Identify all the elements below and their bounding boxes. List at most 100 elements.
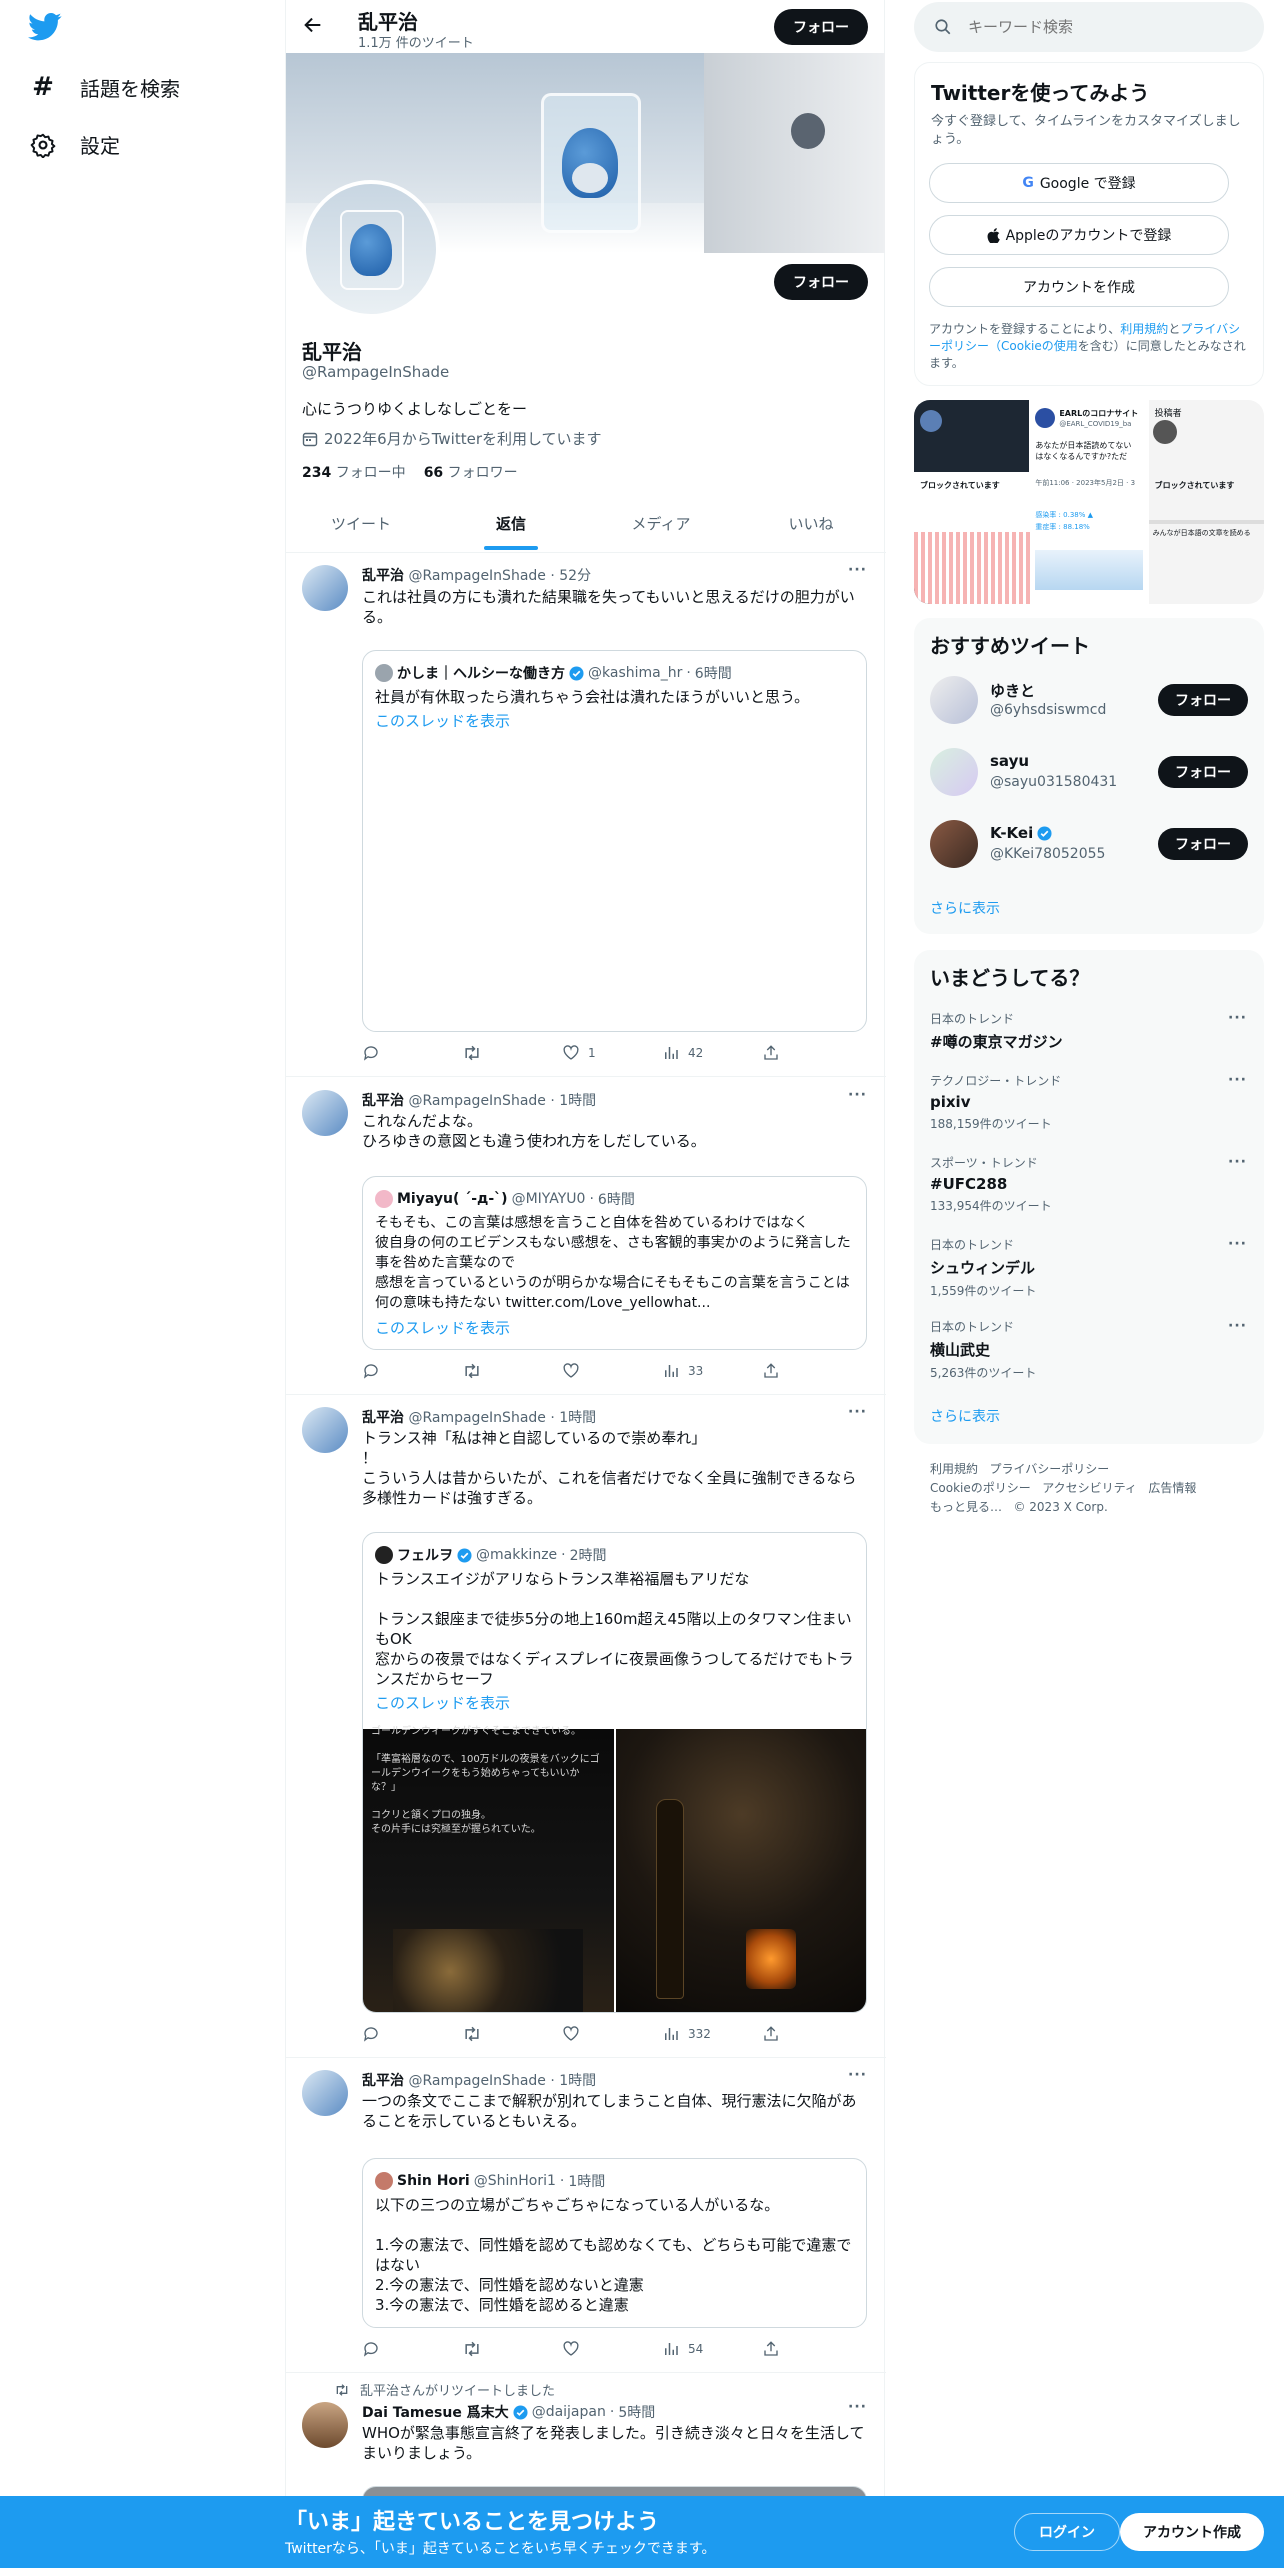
reply-button[interactable] xyxy=(362,1044,462,1062)
media-thumb-2[interactable]: EARLのコロナサイト @EARL_COVID19_ba あなたが日本語読めてな… xyxy=(1031,400,1147,604)
followers-link[interactable]: 66 フォロワー xyxy=(424,462,518,482)
retweet-button[interactable] xyxy=(462,1044,562,1062)
share-button[interactable] xyxy=(762,2340,862,2358)
recommend-user-handle[interactable]: @sayu031580431 xyxy=(990,774,1117,790)
footer-privacy-link[interactable]: プライバシーポリシー xyxy=(989,1462,1109,1476)
share-button[interactable] xyxy=(762,1044,862,1062)
footer-more-link[interactable]: もっと見る… xyxy=(930,1500,1002,1514)
tweet-time[interactable]: 5時間 xyxy=(618,2402,655,2422)
reply-button[interactable] xyxy=(362,2025,462,2043)
recommend-user-handle[interactable]: @6yhsdsiswmcd xyxy=(990,702,1106,718)
like-button[interactable] xyxy=(562,2025,662,2043)
recommend-user-handle[interactable]: @KKei78052055 xyxy=(990,846,1105,862)
tweet-time[interactable]: 52分 xyxy=(559,568,591,584)
more-icon[interactable]: ··· xyxy=(848,562,867,578)
recommend-user-name[interactable]: sayu xyxy=(990,752,1029,770)
more-icon[interactable]: ··· xyxy=(1228,1318,1247,1334)
like-button[interactable] xyxy=(562,1362,662,1380)
like-button[interactable] xyxy=(562,2340,662,2358)
banner-login-button[interactable]: ログイン xyxy=(1014,2513,1120,2551)
media-thumb-1[interactable]: ブロックされています xyxy=(914,400,1030,604)
recommend-show-more[interactable]: さらに表示 xyxy=(930,898,1000,918)
more-icon[interactable]: ··· xyxy=(1228,1010,1247,1026)
twitter-logo-icon[interactable] xyxy=(28,12,62,42)
tweet-time[interactable]: 1時間 xyxy=(559,2073,596,2089)
nav-explore[interactable]: # 話題を検索 xyxy=(28,72,180,102)
tweet-author-name[interactable]: 乱平治 xyxy=(362,568,404,584)
tweet-author-handle[interactable]: @RampageInShade xyxy=(408,1410,545,1426)
retweet-button[interactable] xyxy=(462,2025,562,2043)
tweet-time[interactable]: 1時間 xyxy=(559,1093,596,1109)
avatar[interactable] xyxy=(930,820,978,868)
like-button[interactable]: 1 xyxy=(562,1044,662,1062)
recommend-user-name-row[interactable]: K-Kei xyxy=(990,824,1052,842)
footer-terms-link[interactable]: 利用規約 xyxy=(930,1462,978,1476)
recommend-follow-button[interactable]: フォロー xyxy=(1158,756,1248,788)
avatar[interactable] xyxy=(302,2070,348,2116)
back-arrow-icon[interactable] xyxy=(302,14,324,36)
tweet-author-name[interactable]: Dai Tamesue 爲末大 xyxy=(362,2402,509,2422)
quoted-tweet[interactable]: Shin Hori @ShinHori1 · 1時間 以下の三つの立場がごちゃごち… xyxy=(362,2158,867,2328)
quoted-tweet[interactable]: フェルヲ @makkinze · 2時間 トランスエイジがアリならトランス準裕福層… xyxy=(362,1532,867,2013)
show-thread-link[interactable]: このスレッドを表示 xyxy=(375,711,510,731)
reply-button[interactable] xyxy=(362,1362,462,1380)
views-button[interactable]: 33 xyxy=(662,1362,762,1380)
retweet-button[interactable] xyxy=(462,1362,562,1380)
more-icon[interactable]: ··· xyxy=(848,2399,867,2415)
tweet-author-handle[interactable]: @RampageInShade xyxy=(408,1093,545,1109)
search-input[interactable] xyxy=(968,18,1228,36)
footer-ads-link[interactable]: 広告情報 xyxy=(1148,1481,1196,1495)
quote-image-right[interactable] xyxy=(616,1729,866,2012)
views-button[interactable]: 42 xyxy=(662,1044,762,1062)
tweet-author-handle[interactable]: @RampageInShade xyxy=(408,568,545,584)
quoted-tweet[interactable]: Miyayu( ´-д-`) @MIYAYU0 · 6時間 そもそも、この言葉は感… xyxy=(362,1176,867,1350)
avatar[interactable] xyxy=(302,1090,348,1136)
trend-item[interactable]: スポーツ・トレンド #UFC288 133,954件のツイート xyxy=(930,1154,1250,1214)
trends-show-more[interactable]: さらに表示 xyxy=(930,1406,1000,1426)
header-follow-button[interactable]: フォロー xyxy=(774,9,868,45)
views-button[interactable]: 332 xyxy=(662,2025,762,2043)
footer-cookie-link[interactable]: Cookieのポリシー xyxy=(930,1481,1031,1495)
recommend-user-name[interactable]: ゆきと xyxy=(990,680,1035,701)
recommend-follow-button[interactable]: フォロー xyxy=(1158,828,1248,860)
retweet-context[interactable]: 乱平治さんがリツイートしました xyxy=(334,2380,555,2399)
recommend-follow-button[interactable]: フォロー xyxy=(1158,684,1248,716)
tweet-author-name[interactable]: 乱平治 xyxy=(362,1093,404,1109)
show-thread-link[interactable]: このスレッドを表示 xyxy=(375,1317,510,1338)
tab-media[interactable]: メディア xyxy=(586,513,736,534)
show-thread-link[interactable]: このスレッドを表示 xyxy=(375,1693,510,1713)
tab-replies[interactable]: 返信 xyxy=(436,513,586,534)
trend-item[interactable]: テクノロジー・トレンド pixiv 188,159件のツイート xyxy=(930,1072,1250,1132)
tweet-time[interactable]: 1時間 xyxy=(559,1410,596,1426)
avatar[interactable] xyxy=(930,676,978,724)
more-icon[interactable]: ··· xyxy=(1228,1154,1247,1170)
nav-settings[interactable]: 設定 xyxy=(28,130,120,159)
more-icon[interactable]: ··· xyxy=(848,1087,867,1103)
tweet-author-handle[interactable]: @RampageInShade xyxy=(408,2073,545,2089)
footer-accessibility-link[interactable]: アクセシビリティ xyxy=(1042,1481,1137,1495)
terms-link[interactable]: 利用規約 xyxy=(1120,322,1168,336)
create-account-button[interactable]: アカウントを作成 xyxy=(929,267,1229,307)
share-button[interactable] xyxy=(762,2025,862,2043)
following-link[interactable]: 234 フォロー中 xyxy=(302,462,406,482)
tweet-author-name[interactable]: 乱平治 xyxy=(362,1410,404,1426)
trend-item[interactable]: 日本のトレンド #噂の東京マガジン xyxy=(930,1010,1250,1052)
trend-item[interactable]: 日本のトレンド シュウィンデル 1,559件のツイート xyxy=(930,1236,1250,1299)
share-button[interactable] xyxy=(762,1362,862,1380)
quote-image-left[interactable]: ゴールデンウィークがすぐそこまできている。 「準富裕層なので、100万ドルの夜景… xyxy=(363,1726,614,2012)
trend-item[interactable]: 日本のトレンド 横山武史 5,263件のツイート xyxy=(930,1318,1250,1381)
more-icon[interactable]: ··· xyxy=(848,2067,867,2083)
tab-likes[interactable]: いいね xyxy=(736,513,886,534)
apple-signup-button[interactable]: Appleのアカウントで登録 xyxy=(929,215,1229,255)
views-button[interactable]: 54 xyxy=(662,2340,762,2358)
quoted-tweet[interactable]: かしま｜ヘルシーな働き方 @kashima_hr · 6時間 社員が有休取ったら潰… xyxy=(362,650,867,1032)
profile-avatar[interactable] xyxy=(302,180,440,318)
tweet-author-handle[interactable]: @daijapan xyxy=(532,2404,606,2420)
tweet-author-name[interactable]: 乱平治 xyxy=(362,2073,404,2089)
banner-signup-button[interactable]: アカウント作成 xyxy=(1120,2513,1264,2551)
search-bar[interactable] xyxy=(914,2,1264,52)
media-thumb-3[interactable]: 投稿者 ブロックされています みんなが日本語の文章を読める xyxy=(1148,400,1264,604)
reply-button[interactable] xyxy=(362,2340,462,2358)
more-icon[interactable]: ··· xyxy=(1228,1072,1247,1088)
profile-follow-button[interactable]: フォロー xyxy=(774,264,868,300)
